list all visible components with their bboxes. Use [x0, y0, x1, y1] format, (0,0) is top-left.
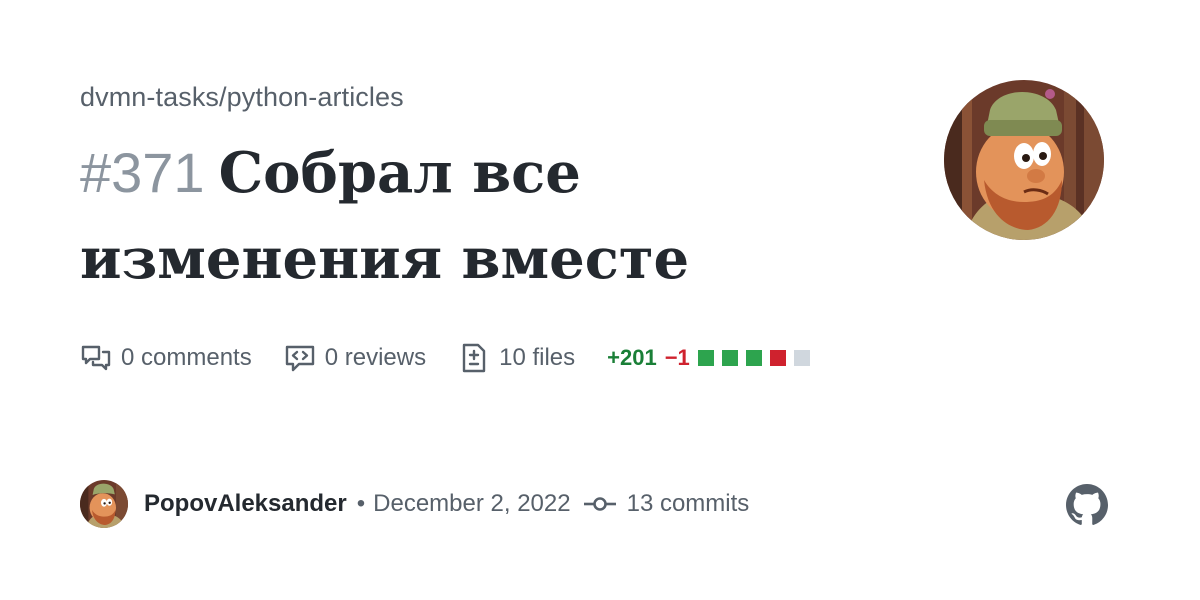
diffstat-block-added: [697, 350, 714, 366]
reviews-stat[interactable]: 0 reviews: [284, 342, 426, 374]
pull-request-title: #371 Собрал все изменения вместе: [80, 130, 840, 302]
diffstat-block-deleted: [769, 350, 786, 366]
code-review-icon: [284, 342, 316, 374]
files-count: 10 files: [499, 344, 576, 371]
diffstat-blocks: [697, 350, 818, 366]
commits-count[interactable]: 13 commits: [627, 490, 750, 518]
pull-request-stats: 0 comments 0 reviews 10 files +201 −1: [80, 338, 818, 378]
reviews-count: 0 reviews: [324, 344, 427, 371]
github-logo-icon[interactable]: [1066, 484, 1108, 526]
repository-name[interactable]: dvmn-tasks/python-articles: [80, 82, 404, 113]
comments-stat[interactable]: 0 comments: [80, 342, 252, 374]
additions-count: +201: [607, 345, 657, 370]
files-stat[interactable]: 10 files: [458, 342, 575, 374]
pull-request-footer: PopovAleksander • December 2, 2022 13 co…: [80, 480, 749, 528]
deletions-count: −1: [664, 345, 690, 370]
pull-request-number: #371: [80, 141, 205, 204]
diffstat-block-added: [745, 350, 762, 366]
file-diff-icon: [458, 342, 490, 374]
separator-dot: •: [356, 490, 366, 517]
diffstat-block-added: [721, 350, 738, 366]
diffstat: +201 −1: [607, 345, 818, 371]
author-avatar-large: [944, 80, 1104, 240]
comments-count: 0 comments: [121, 344, 252, 371]
author-name[interactable]: PopovAleksander: [144, 490, 347, 518]
created-date: December 2, 2022: [373, 490, 571, 517]
git-commit-icon: [583, 494, 617, 514]
comment-discussion-icon: [80, 342, 112, 374]
diffstat-block-neutral: [793, 350, 810, 366]
author-avatar[interactable]: [80, 480, 128, 528]
